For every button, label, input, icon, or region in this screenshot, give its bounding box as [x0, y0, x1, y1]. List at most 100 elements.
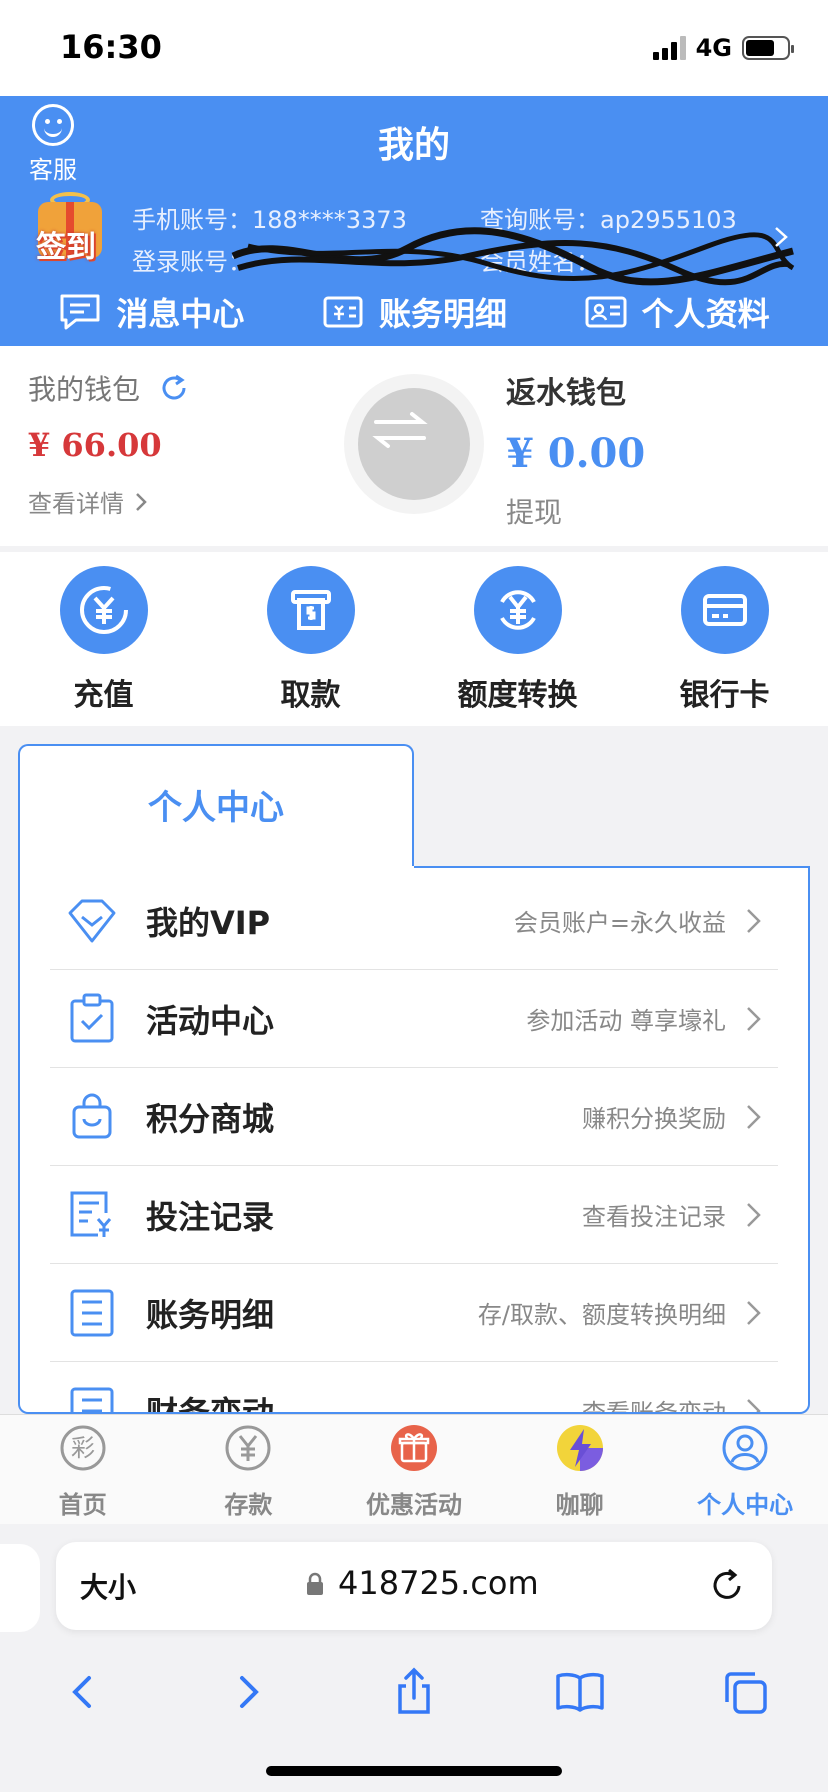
finance-changes-desc: 查看账务变动	[582, 1399, 726, 1414]
exchange-yuan-icon	[499, 590, 536, 630]
tab-chat-label: 咖聊	[555, 1491, 604, 1519]
bank-card-button[interactable]: 银行卡	[625, 552, 825, 726]
text-size-button[interactable]: 大小	[80, 1566, 136, 1606]
redaction-scribble	[231, 227, 795, 286]
status-bar: 16:30 4G	[0, 0, 828, 96]
chevron-right-icon	[747, 1006, 761, 1031]
bet-records-desc: 查看投注记录	[582, 1203, 726, 1231]
forward-icon[interactable]	[222, 1666, 274, 1718]
tabs-icon[interactable]	[719, 1666, 771, 1718]
battery-icon	[742, 36, 794, 60]
tab-personal-center-nav[interactable]: 个人中心	[663, 1415, 828, 1524]
rebate-wallet-label: 返水钱包	[506, 376, 626, 411]
chevron-right-icon	[136, 492, 147, 511]
transfer-button[interactable]: 额度转换	[418, 552, 618, 726]
tab-personal-center-label: 个人中心	[697, 1491, 794, 1519]
shopping-bag-icon	[72, 1093, 112, 1138]
quick-nav: 消息中心 账务明细 个人资料	[0, 282, 828, 342]
signal-icon	[652, 36, 686, 60]
my-wallet-label: 我的钱包	[28, 373, 141, 406]
my-wallet: 我的钱包 ¥ 66.00 查看详情	[28, 368, 190, 519]
rebate-balance: ¥ 0.00	[506, 430, 646, 477]
yuan-coin-icon	[225, 1425, 271, 1471]
gift-icon	[390, 1425, 437, 1471]
url-text[interactable]: 418725.com	[338, 1564, 539, 1602]
wallet-balance: ¥ 66.00	[28, 426, 162, 464]
status-right: 4G	[652, 34, 794, 62]
bookmarks-icon[interactable]	[554, 1666, 606, 1718]
list-item-bet-records[interactable]: 投注记录 查看投注记录	[50, 1166, 778, 1264]
points-mall-label: 积分商城	[146, 1099, 275, 1138]
personal-center-tab-label: 个人中心	[148, 788, 284, 828]
share-icon[interactable]	[388, 1666, 440, 1718]
personal-center-list: 我的VIP 会员账户=永久收益 活动中心 参加活动 尊享壕礼 积分商城 赚积分换…	[18, 866, 810, 1414]
list-item-finance-changes[interactable]: 财务变动 查看账务变动	[50, 1362, 778, 1414]
message-center-button[interactable]: 消息中心	[58, 282, 244, 342]
finance-document-icon	[70, 1387, 114, 1412]
withdraw-button[interactable]: 提现	[506, 491, 645, 531]
header-chevron-right-icon[interactable]	[770, 226, 792, 248]
tab-home-label: 首页	[58, 1491, 107, 1519]
message-center-label: 消息中心	[116, 295, 245, 333]
list-item-account-details[interactable]: 账务明细 存/取款、额度转换明细	[50, 1264, 778, 1362]
status-time: 16:30	[60, 28, 162, 66]
refresh-icon[interactable]	[158, 372, 190, 404]
list-item-points-mall[interactable]: 积分商城 赚积分换奖励	[50, 1068, 778, 1166]
id-card-icon	[585, 296, 627, 328]
chevron-right-icon	[747, 908, 761, 933]
bottom-tab-bar: 彩 首页 存款 优惠活动 咖聊 个人中心	[0, 1414, 828, 1524]
withdraw-action-button[interactable]: 取款	[211, 552, 411, 726]
list-item-vip[interactable]: 我的VIP 会员账户=永久收益	[50, 872, 778, 970]
receipt-yuan-icon	[70, 1191, 112, 1237]
tab-home[interactable]: 彩 首页	[0, 1415, 165, 1524]
wallet-transfer-button[interactable]	[344, 374, 484, 514]
tab-deposit[interactable]: 存款	[166, 1415, 331, 1524]
reload-icon[interactable]	[708, 1566, 746, 1604]
sign-in-button[interactable]: 签到	[28, 192, 112, 272]
network-type: 4G	[695, 34, 732, 62]
tab-personal-center[interactable]: 个人中心	[18, 744, 414, 870]
vip-desc: 会员账户=永久收益	[513, 909, 726, 937]
document-list-icon	[70, 1289, 114, 1336]
browser-chrome: 大小 418725.com	[0, 1524, 828, 1792]
view-details-label: 查看详情	[28, 490, 124, 518]
activity-center-label: 活动中心	[146, 1001, 275, 1040]
transfer-label: 额度转换	[457, 678, 578, 713]
tab-promotions[interactable]: 优惠活动	[331, 1415, 496, 1524]
personal-info-button[interactable]: 个人资料	[584, 282, 770, 342]
clipboard-check-icon	[70, 993, 114, 1042]
withdraw-label: 取款	[280, 678, 341, 713]
account-details-item-label: 账务明细	[146, 1295, 275, 1334]
points-mall-desc: 赚积分换奖励	[582, 1105, 726, 1133]
bank-card-label: 银行卡	[679, 678, 770, 713]
message-icon	[60, 294, 100, 330]
view-details-link[interactable]: 查看详情	[28, 484, 190, 519]
user-icon	[722, 1425, 768, 1471]
bet-records-label: 投注记录	[146, 1197, 275, 1236]
home-indicator	[266, 1766, 562, 1776]
previous-tab-stub[interactable]	[0, 1544, 40, 1632]
page-title: 我的	[377, 125, 450, 166]
activity-center-desc: 参加活动 尊享壕礼	[526, 1007, 726, 1035]
bill-icon	[323, 296, 363, 328]
deposit-yuan-icon	[79, 586, 128, 634]
list-item-activity-center[interactable]: 活动中心 参加活动 尊享壕礼	[50, 970, 778, 1068]
wallet-card: 我的钱包 ¥ 66.00 查看详情 返水钱包 ¥ 0.00 提现	[0, 346, 828, 546]
atm-icon	[290, 590, 331, 630]
personal-info-label: 个人资料	[641, 295, 770, 333]
sign-in-label: 签到	[36, 230, 96, 265]
back-icon[interactable]	[57, 1666, 109, 1718]
chevron-right-icon	[747, 1104, 761, 1129]
chevron-right-icon	[747, 1398, 761, 1412]
tab-deposit-label: 存款	[224, 1491, 273, 1519]
address-bar[interactable]: 大小 418725.com	[56, 1542, 772, 1630]
profile-header: 客服 我的 签到 手机账号：188****3373 查询账号：ap2955103…	[0, 96, 828, 346]
chevron-right-icon	[747, 1300, 761, 1325]
deposit-button[interactable]: 充值	[4, 552, 204, 726]
account-details-button[interactable]: 账务明细	[321, 282, 507, 342]
bank-card-icon	[702, 594, 747, 626]
tab-chat[interactable]: 咖聊	[497, 1415, 662, 1524]
tab-promotions-label: 优惠活动	[365, 1491, 462, 1519]
account-details-desc: 存/取款、额度转换明细	[477, 1301, 726, 1329]
diamond-icon	[68, 899, 116, 942]
